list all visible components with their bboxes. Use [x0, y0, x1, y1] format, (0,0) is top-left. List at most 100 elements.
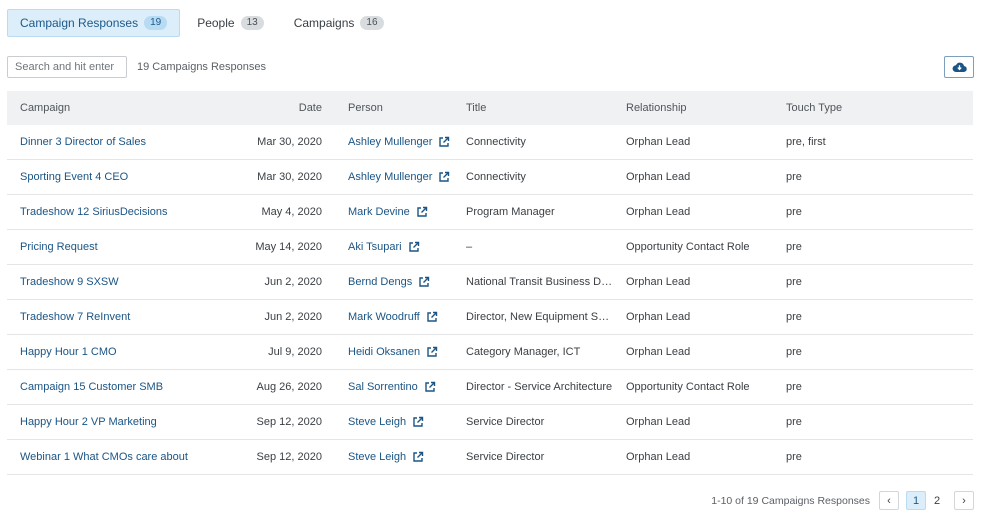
- tab-campaigns[interactable]: Campaigns 16: [281, 9, 397, 37]
- relationship-cell: Orphan Lead: [626, 206, 691, 218]
- external-link-icon[interactable]: [412, 416, 424, 428]
- person-link[interactable]: Steve Leigh: [348, 451, 406, 463]
- person-link[interactable]: Mark Woodruff: [348, 311, 420, 323]
- relationship-cell: Orphan Lead: [626, 276, 691, 288]
- external-link-icon[interactable]: [438, 171, 450, 183]
- tab-count-badge: 19: [144, 16, 168, 30]
- title-cell: National Transit Business Development: [466, 276, 626, 288]
- search-input[interactable]: [7, 56, 127, 78]
- table-row: Sporting Event 4 CEO Mar 30, 2020 Ashley M…: [7, 160, 973, 195]
- campaign-link[interactable]: Tradeshow 12 SiriusDecisions: [20, 206, 168, 218]
- touch-type-cell: pre: [786, 206, 802, 218]
- person-link[interactable]: Mark Devine: [348, 206, 410, 218]
- tab-count-badge: 16: [360, 16, 384, 30]
- title-cell: Connectivity: [466, 136, 526, 148]
- previous-page-button[interactable]: ‹: [879, 491, 899, 510]
- cloud-download-icon: [952, 62, 967, 73]
- next-page-button[interactable]: ›: [954, 491, 974, 510]
- campaign-link[interactable]: Sporting Event 4 CEO: [20, 171, 128, 183]
- campaign-link[interactable]: Webinar 1 What CMOs care about: [20, 451, 188, 463]
- table-row: Happy Hour 2 VP Marketing Sep 12, 2020 Ste…: [7, 405, 973, 440]
- touch-type-cell: pre: [786, 451, 802, 463]
- tab-bar: Campaign Responses 19 People 13 Campaign…: [7, 9, 397, 37]
- table-body: Dinner 3 Director of Sales Mar 30, 2020 As…: [7, 125, 973, 475]
- table-row: Happy Hour 1 CMO Jul 9, 2020 Heidi Oksanen…: [7, 335, 973, 370]
- tab-people[interactable]: People 13: [184, 9, 277, 37]
- person-link[interactable]: Sal Sorrentino: [348, 381, 418, 393]
- touch-type-cell: pre: [786, 171, 802, 183]
- date-cell: Aug 26, 2020: [256, 381, 322, 393]
- touch-type-cell: pre: [786, 416, 802, 428]
- date-cell: Sep 12, 2020: [256, 416, 322, 428]
- campaign-link[interactable]: Pricing Request: [20, 241, 98, 253]
- date-cell: May 4, 2020: [261, 206, 322, 218]
- person-link[interactable]: Ashley Mullenger: [348, 136, 432, 148]
- title-cell: Service Director: [466, 451, 545, 463]
- title-cell: Director - Service Architecture: [466, 381, 613, 393]
- pagination-summary: 1-10 of 19 Campaigns Responses: [711, 495, 870, 507]
- external-link-icon[interactable]: [424, 381, 436, 393]
- external-link-icon[interactable]: [438, 136, 450, 148]
- external-link-icon[interactable]: [426, 311, 438, 323]
- person-link[interactable]: Steve Leigh: [348, 416, 406, 428]
- date-cell: Jun 2, 2020: [264, 276, 323, 288]
- relationship-cell: Orphan Lead: [626, 346, 691, 358]
- person-link[interactable]: Bernd Dengs: [348, 276, 412, 288]
- result-count: 19 Campaigns Responses: [137, 61, 267, 73]
- date-cell: Sep 12, 2020: [256, 451, 322, 463]
- external-link-icon[interactable]: [408, 241, 420, 253]
- relationship-cell: Orphan Lead: [626, 416, 691, 428]
- page-2-button[interactable]: 2: [927, 491, 947, 510]
- title-cell: Category Manager, ICT: [466, 346, 581, 358]
- table-row: Tradeshow 7 ReInvent Jun 2, 2020 Mark Wood…: [7, 300, 973, 335]
- relationship-cell: Orphan Lead: [626, 311, 691, 323]
- relationship-cell: Orphan Lead: [626, 451, 691, 463]
- column-header-relationship[interactable]: Relationship: [626, 102, 786, 114]
- column-header-title[interactable]: Title: [466, 102, 626, 114]
- external-link-icon[interactable]: [418, 276, 430, 288]
- relationship-cell: Opportunity Contact Role: [626, 381, 750, 393]
- table-row: Tradeshow 12 SiriusDecisions May 4, 2020 M…: [7, 195, 973, 230]
- person-link[interactable]: Aki Tsupari: [348, 241, 402, 253]
- date-cell: Mar 30, 2020: [257, 136, 322, 148]
- table-header: Campaign Date Person Title Relationship …: [7, 91, 973, 125]
- table-row: Campaign 15 Customer SMB Aug 26, 2020 Sal …: [7, 370, 973, 405]
- touch-type-cell: pre: [786, 311, 802, 323]
- relationship-cell: Orphan Lead: [626, 136, 691, 148]
- tab-label: Campaign Responses: [20, 16, 139, 30]
- date-cell: Mar 30, 2020: [257, 171, 322, 183]
- campaign-link[interactable]: Happy Hour 2 VP Marketing: [20, 416, 157, 428]
- column-header-campaign[interactable]: Campaign: [7, 102, 242, 114]
- touch-type-cell: pre: [786, 381, 802, 393]
- touch-type-cell: pre: [786, 276, 802, 288]
- pagination: 1-10 of 19 Campaigns Responses ‹ 1 2 ›: [0, 491, 985, 511]
- tab-campaign-responses[interactable]: Campaign Responses 19: [7, 9, 181, 37]
- page-1-button[interactable]: 1: [906, 491, 926, 510]
- touch-type-cell: pre: [786, 346, 802, 358]
- campaign-link[interactable]: Happy Hour 1 CMO: [20, 346, 117, 358]
- download-button[interactable]: [944, 56, 974, 78]
- title-cell: Director, New Equipment Sales: [466, 311, 619, 323]
- campaign-link[interactable]: Campaign 15 Customer SMB: [20, 381, 163, 393]
- table-row: Tradeshow 9 SXSW Jun 2, 2020 Bernd Dengs Na…: [7, 265, 973, 300]
- column-header-person[interactable]: Person: [322, 102, 466, 114]
- external-link-icon[interactable]: [426, 346, 438, 358]
- date-cell: May 14, 2020: [255, 241, 322, 253]
- person-link[interactable]: Ashley Mullenger: [348, 171, 432, 183]
- campaign-link[interactable]: Tradeshow 9 SXSW: [20, 276, 119, 288]
- title-cell: Service Director: [466, 416, 545, 428]
- external-link-icon[interactable]: [416, 206, 428, 218]
- campaign-link[interactable]: Dinner 3 Director of Sales: [20, 136, 146, 148]
- table-row: Pricing Request May 14, 2020 Aki Tsupari – O…: [7, 230, 973, 265]
- person-link[interactable]: Heidi Oksanen: [348, 346, 420, 358]
- tab-count-badge: 13: [240, 16, 264, 30]
- tab-label: People: [197, 16, 235, 30]
- column-header-date[interactable]: Date: [242, 102, 322, 114]
- chevron-left-icon: ‹: [887, 494, 891, 507]
- external-link-icon[interactable]: [412, 451, 424, 463]
- campaign-link[interactable]: Tradeshow 7 ReInvent: [20, 311, 130, 323]
- table-row: Webinar 1 What CMOs care about Sep 12, 20…: [7, 440, 973, 475]
- date-cell: Jun 2, 2020: [264, 311, 323, 323]
- column-header-touch-type[interactable]: Touch Type: [786, 102, 906, 114]
- relationship-cell: Orphan Lead: [626, 171, 691, 183]
